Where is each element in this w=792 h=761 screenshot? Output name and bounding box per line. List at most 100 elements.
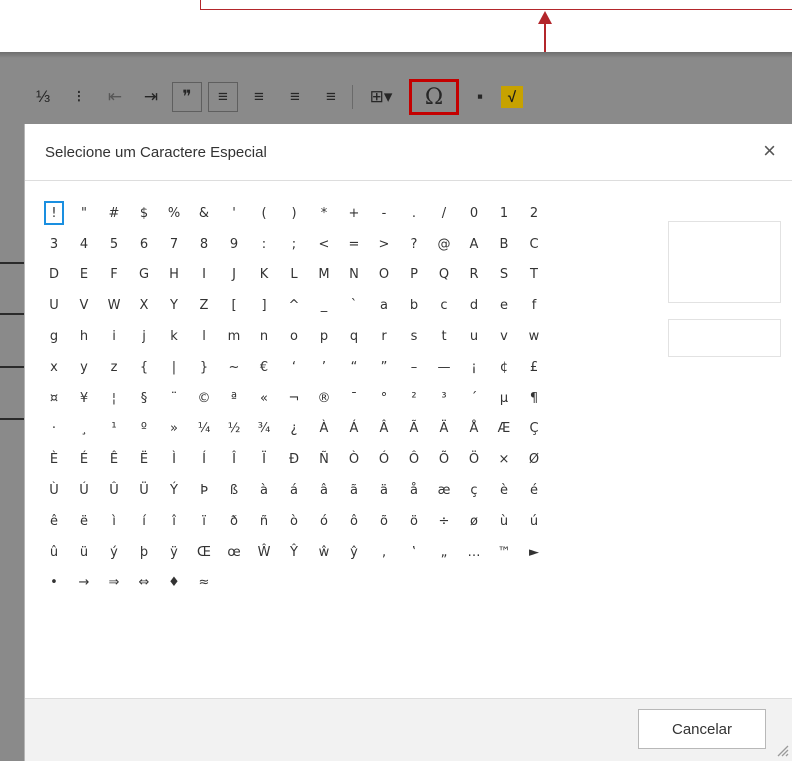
character-cell[interactable]: Â bbox=[369, 414, 399, 445]
character-cell[interactable]: ó bbox=[309, 506, 339, 537]
cancel-button[interactable]: Cancelar bbox=[638, 709, 766, 749]
character-cell[interactable]: ⇔ bbox=[129, 568, 159, 599]
character-cell[interactable]: q bbox=[339, 321, 369, 352]
character-cell[interactable]: ü bbox=[69, 537, 99, 568]
character-cell[interactable]: « bbox=[249, 383, 279, 414]
character-cell[interactable]: · bbox=[39, 414, 69, 445]
character-cell[interactable]: ™ bbox=[489, 537, 519, 568]
character-cell[interactable]: . bbox=[399, 198, 429, 229]
character-cell[interactable]: Õ bbox=[429, 444, 459, 475]
character-cell[interactable]: ì bbox=[99, 506, 129, 537]
character-cell[interactable]: Ê bbox=[99, 444, 129, 475]
character-cell[interactable]: õ bbox=[369, 506, 399, 537]
character-cell[interactable]: v bbox=[489, 321, 519, 352]
character-cell[interactable]: C bbox=[519, 229, 549, 260]
character-cell[interactable]: 1 bbox=[489, 198, 519, 229]
character-cell[interactable]: ê bbox=[39, 506, 69, 537]
character-cell[interactable]: ñ bbox=[249, 506, 279, 537]
character-cell[interactable]: Ï bbox=[249, 444, 279, 475]
character-cell[interactable]: ´ bbox=[459, 383, 489, 414]
character-cell[interactable]: Þ bbox=[189, 475, 219, 506]
character-cell[interactable]: ~ bbox=[219, 352, 249, 383]
character-cell[interactable]: c bbox=[429, 290, 459, 321]
align-right-button[interactable]: ≡ bbox=[280, 82, 310, 112]
character-cell[interactable]: 0 bbox=[459, 198, 489, 229]
character-cell[interactable]: ¶ bbox=[519, 383, 549, 414]
character-cell[interactable]: Ö bbox=[459, 444, 489, 475]
character-cell[interactable]: ï bbox=[189, 506, 219, 537]
character-cell[interactable]: 2 bbox=[519, 198, 549, 229]
character-cell[interactable]: ã bbox=[339, 475, 369, 506]
close-icon[interactable]: × bbox=[763, 140, 776, 162]
character-cell[interactable]: 9 bbox=[219, 229, 249, 260]
outdent-button[interactable]: ⇤ bbox=[100, 82, 130, 112]
character-cell[interactable]: 8 bbox=[189, 229, 219, 260]
character-cell[interactable]: ( bbox=[249, 198, 279, 229]
character-cell[interactable]: P bbox=[399, 260, 429, 291]
character-cell[interactable]: _ bbox=[309, 290, 339, 321]
character-cell[interactable]: + bbox=[339, 198, 369, 229]
character-cell[interactable]: : bbox=[249, 229, 279, 260]
character-cell[interactable]: ç bbox=[459, 475, 489, 506]
character-cell[interactable]: ŷ bbox=[339, 537, 369, 568]
character-cell[interactable]: M bbox=[309, 260, 339, 291]
character-cell[interactable]: Q bbox=[429, 260, 459, 291]
character-cell[interactable]: m bbox=[219, 321, 249, 352]
character-cell[interactable]: ” bbox=[369, 352, 399, 383]
character-cell[interactable]: Ù bbox=[39, 475, 69, 506]
character-cell[interactable]: Ã bbox=[399, 414, 429, 445]
blockquote-button[interactable]: ❞ bbox=[172, 82, 202, 112]
character-cell[interactable]: Ñ bbox=[309, 444, 339, 475]
character-cell[interactable]: € bbox=[249, 352, 279, 383]
character-cell[interactable]: j bbox=[129, 321, 159, 352]
character-cell[interactable]: ò bbox=[279, 506, 309, 537]
character-cell[interactable]: í bbox=[129, 506, 159, 537]
character-cell[interactable]: B bbox=[489, 229, 519, 260]
character-cell[interactable]: > bbox=[369, 229, 399, 260]
character-cell[interactable]: … bbox=[459, 537, 489, 568]
character-cell[interactable]: ? bbox=[399, 229, 429, 260]
character-cell[interactable]: < bbox=[309, 229, 339, 260]
character-cell[interactable]: ¿ bbox=[279, 414, 309, 445]
character-cell[interactable]: Î bbox=[219, 444, 249, 475]
character-cell[interactable]: 7 bbox=[159, 229, 189, 260]
character-cell[interactable]: ^ bbox=[279, 290, 309, 321]
character-cell[interactable]: # bbox=[99, 198, 129, 229]
character-cell[interactable]: ÿ bbox=[159, 537, 189, 568]
character-cell[interactable]: û bbox=[39, 537, 69, 568]
character-cell[interactable]: ö bbox=[399, 506, 429, 537]
character-cell[interactable]: ! bbox=[44, 201, 64, 226]
character-cell[interactable]: y bbox=[69, 352, 99, 383]
character-cell[interactable]: 6 bbox=[129, 229, 159, 260]
character-cell[interactable]: D bbox=[39, 260, 69, 291]
character-cell[interactable]: ‘ bbox=[279, 352, 309, 383]
character-cell[interactable]: ¢ bbox=[489, 352, 519, 383]
character-cell[interactable]: ► bbox=[519, 537, 549, 568]
character-cell[interactable]: L bbox=[279, 260, 309, 291]
character-cell[interactable]: ÷ bbox=[429, 506, 459, 537]
character-cell[interactable]: ¯ bbox=[339, 383, 369, 414]
align-left-button[interactable]: ≡ bbox=[208, 82, 238, 112]
character-cell[interactable]: F bbox=[99, 260, 129, 291]
character-cell[interactable]: Ú bbox=[69, 475, 99, 506]
character-cell[interactable]: g bbox=[39, 321, 69, 352]
character-cell[interactable]: t bbox=[429, 321, 459, 352]
character-cell[interactable]: ‚ bbox=[369, 537, 399, 568]
character-cell[interactable]: ¥ bbox=[69, 383, 99, 414]
align-center-button[interactable]: ≡ bbox=[244, 82, 274, 112]
character-cell[interactable]: Ä bbox=[429, 414, 459, 445]
character-cell[interactable]: Ó bbox=[369, 444, 399, 475]
character-cell[interactable]: p bbox=[309, 321, 339, 352]
character-cell[interactable]: H bbox=[159, 260, 189, 291]
character-cell[interactable]: J bbox=[219, 260, 249, 291]
character-cell[interactable]: Û bbox=[99, 475, 129, 506]
character-cell[interactable]: I bbox=[189, 260, 219, 291]
character-cell[interactable]: E bbox=[69, 260, 99, 291]
character-cell[interactable]: á bbox=[279, 475, 309, 506]
character-cell[interactable]: § bbox=[129, 383, 159, 414]
character-cell[interactable]: ’ bbox=[309, 352, 339, 383]
character-cell[interactable]: ] bbox=[249, 290, 279, 321]
character-cell[interactable]: þ bbox=[129, 537, 159, 568]
character-cell[interactable]: A bbox=[459, 229, 489, 260]
character-cell[interactable]: n bbox=[249, 321, 279, 352]
